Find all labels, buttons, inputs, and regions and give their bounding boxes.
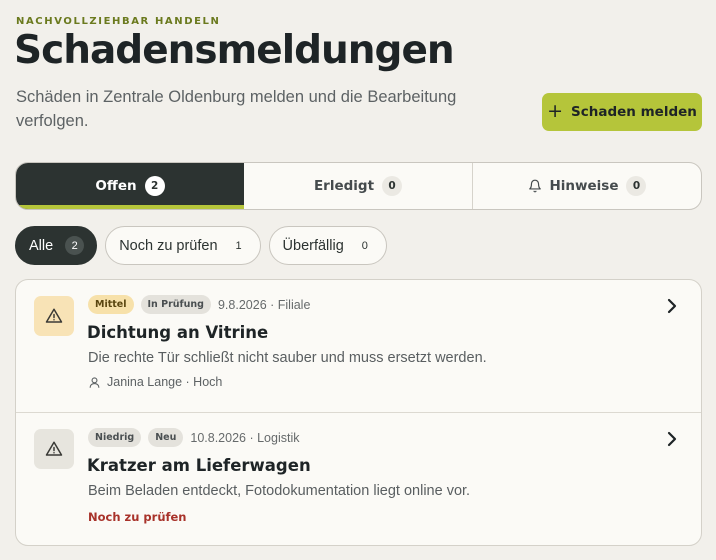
report-description: Die rechte Tür schließt nicht sauber und… [88,350,487,366]
assignee-text: Janina Lange · Hoch [107,375,223,389]
priority-badge: Niedrig [88,428,142,447]
status-badge: Neu [148,428,184,447]
status-tabs: Offen 2 Erledigt 0 Hinweise 0 [15,162,702,210]
tab-count-badge: 0 [626,176,647,196]
report-meta: Mittel In Prüfung 9.8.2026 · Filiale [88,295,310,314]
chip-count: 2 [65,236,85,255]
report-date-location: 10.8.2026 · Logistik [190,430,300,445]
user-icon [89,376,100,388]
tab-offen[interactable]: Offen 2 [16,163,244,209]
chip-label: Alle [29,237,54,254]
report-meta: Niedrig Neu 10.8.2026 · Logistik [88,428,299,447]
priority-badge: Mittel [88,295,134,314]
chip-label: Noch zu prüfen [119,237,218,254]
chip-count: 0 [361,239,368,252]
filter-chip-noch-zu-pruefen[interactable]: Noch zu prüfen 1 [105,226,261,265]
tab-erledigt[interactable]: Erledigt 0 [244,163,473,209]
tab-label: Erledigt [313,178,375,194]
report-item[interactable]: Mittel In Prüfung 9.8.2026 · Filiale Dic… [16,280,701,413]
report-assignee: Janina Lange · Hoch [88,375,222,389]
page-title: Schadensmeldungen [14,28,455,73]
tab-count-badge: 2 [144,176,165,196]
plus-icon: + [547,99,564,122]
chevron-right-icon[interactable] [665,431,679,447]
tab-hinweise[interactable]: Hinweise 0 [473,163,701,209]
report-list: Mittel In Prüfung 9.8.2026 · Filiale Dic… [15,279,702,546]
report-damage-button[interactable]: + Schaden melden [542,93,702,131]
eyebrow: NACHVOLLZIEHBAR HANDELN [16,16,221,27]
tab-count-badge: 0 [382,176,403,196]
report-damage-label: Schaden melden [571,104,697,120]
filter-chips: Alle 2 Noch zu prüfen 1 Überfällig 0 [15,226,387,265]
warning-icon [34,429,74,469]
chip-label: Überfällig [282,237,344,254]
warning-icon [34,296,74,336]
report-item[interactable]: Niedrig Neu 10.8.2026 · Logistik Kratzer… [16,413,701,545]
bell-icon [528,179,541,193]
report-title: Kratzer am Lieferwagen [87,456,311,475]
review-alert: Noch zu prüfen [88,510,187,524]
filter-chip-alle[interactable]: Alle 2 [15,226,98,265]
tab-label: Hinweise [549,178,619,194]
page-subtitle: Schäden in Zentrale Oldenburg melden und… [16,88,457,130]
report-description: Beim Beladen entdeckt, Fotodokumentation… [88,483,471,499]
status-badge: In Prüfung [140,295,211,314]
tab-label: Offen [95,178,137,194]
chevron-right-icon[interactable] [665,298,679,314]
filter-chip-ueberfaellig[interactable]: Überfällig 0 [268,226,387,265]
report-date-location: 9.8.2026 · Filiale [217,297,311,312]
chip-count: 1 [235,239,242,252]
report-title: Dichtung an Vitrine [87,323,269,342]
